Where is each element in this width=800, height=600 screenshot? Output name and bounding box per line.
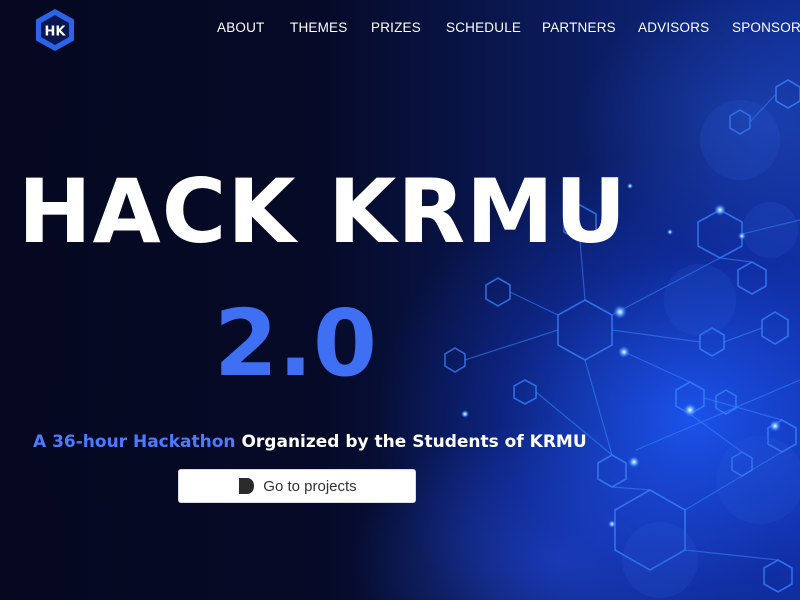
molecular-network-graphic [444,79,800,598]
nav-item-advisors[interactable]: ADVISORS [638,20,709,35]
devpost-icon [239,478,255,494]
tagline-accent: A 36-hour Hackathon [33,432,236,452]
hero-title: HACK KRMU [18,160,628,263]
tagline-rest: Organized by the Students of KRMU [235,432,587,452]
top-navbar: HK ABOUT THEMES PRIZES SCHEDULE PARTNERS… [0,0,800,58]
go-to-projects-button[interactable]: Go to projects [178,469,416,503]
nav-item-schedule[interactable]: SCHEDULE [446,20,521,35]
hero-tagline: A 36-hour Hackathon Organized by the Stu… [33,432,587,452]
nav-item-partners[interactable]: PARTNERS [542,20,616,35]
nav-item-sponsors[interactable]: SPONSORS [732,20,800,35]
nav-item-about[interactable]: ABOUT [217,20,265,35]
nav-item-prizes[interactable]: PRIZES [371,20,421,35]
nav-item-themes[interactable]: THEMES [290,20,347,35]
go-to-projects-label: Go to projects [263,477,357,495]
hero-version: 2.0 [214,290,377,397]
logo-text: HK [45,25,67,40]
hexagon-logo-icon[interactable]: HK [34,8,76,52]
